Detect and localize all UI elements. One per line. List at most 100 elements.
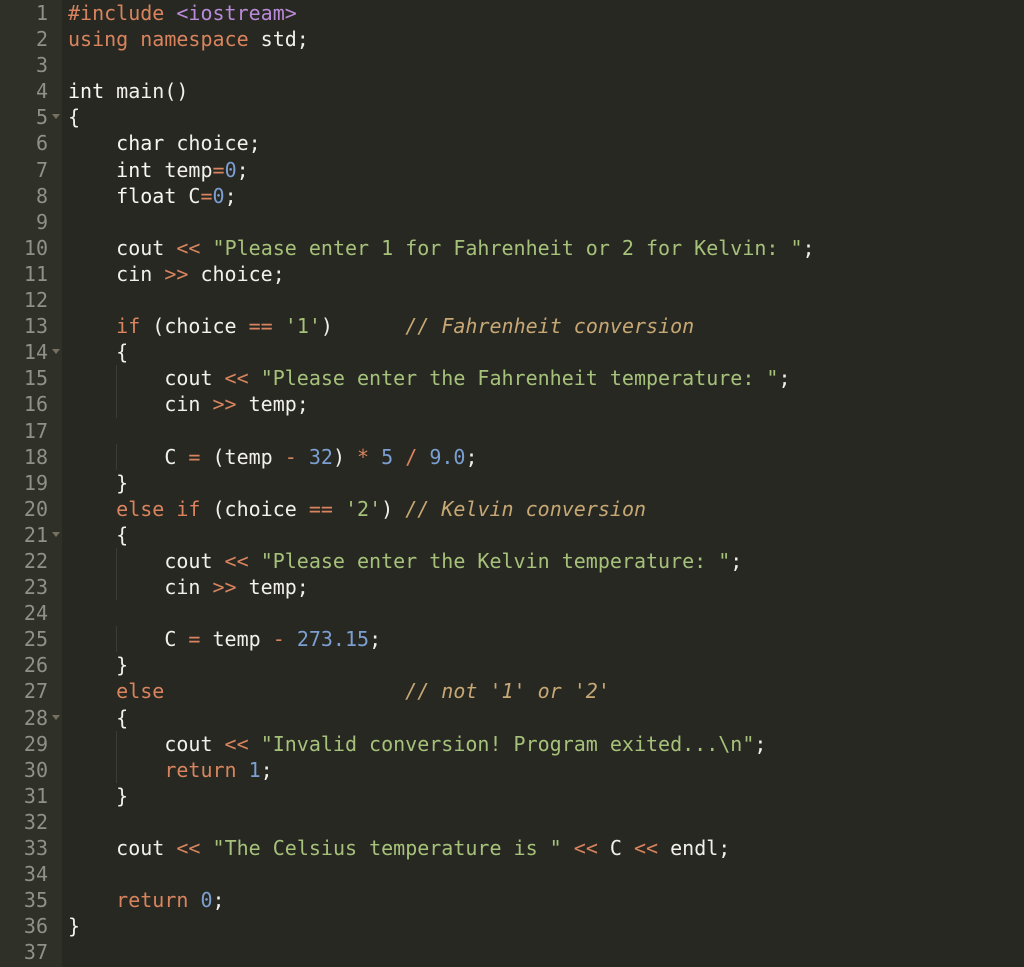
line-number: 30 [0,757,62,783]
code-token-type: char [116,131,177,156]
line-number: 15 [0,365,62,391]
code-token-text: (temp [200,444,285,469]
line-number-label: 25 [23,627,48,652]
code-line: cout << "Please enter 1 for Fahrenheit o… [68,235,1024,261]
code-area[interactable]: #include <iostream> using namespace std; i… [62,0,1024,967]
line-number-label: 24 [23,601,48,626]
code-token-text: ) [381,496,406,521]
line-number-label: 10 [23,235,48,260]
code-token-punct: } [68,914,81,939]
code-token-comment: // Fahrenheit conversion [405,314,695,339]
indent-guide [116,574,118,601]
code-line: cout << "The Celsius temperature is " <<… [68,835,1024,861]
line-number-label: 19 [23,470,48,495]
code-line: cout << "Invalid conversion! Program exi… [68,730,1024,757]
line-number-label: 5 [35,105,48,130]
code-token-op: = [200,183,213,208]
line-number: 32 [0,809,62,835]
indent-guide [116,730,118,757]
code-token-op: * [357,444,370,469]
line-number-label: 1 [35,1,48,25]
line-number: 37 [0,939,62,965]
code-token-text: (choice [200,496,309,521]
line-number: 2 [0,26,62,52]
code-token-text: temp; [236,575,309,600]
line-number-label: 21 [23,522,48,547]
code-line: { [68,339,1024,365]
code-token-text: ; [802,235,815,260]
line-number: 13 [0,313,62,339]
fold-arrow-icon[interactable] [52,349,60,355]
code-token-op: << [176,235,201,260]
code-line: } [68,783,1024,809]
code-token-op: == [248,314,273,339]
line-number: 1 [0,0,62,26]
code-line: cin >> temp; [68,574,1024,601]
code-token-number: 273.15 [296,627,370,652]
code-token-string: "The Celsius temperature is " [212,836,562,860]
code-token-text: temp; [236,392,309,417]
code-token-op: << [573,836,598,860]
code-token-op: - [272,627,285,652]
code-token-number: 0 [224,157,237,182]
indent-guide [116,365,118,392]
code-token-keyword: return [116,888,189,913]
code-line: else // not '1' or '2' [68,678,1024,704]
code-token-number: 9.0 [429,444,466,469]
line-number-label: 27 [23,679,48,704]
code-token-op: = [188,444,201,469]
line-number-label: 13 [23,314,48,339]
code-token-number: 1 [248,757,261,782]
code-line: { [68,705,1024,731]
line-number-label: 6 [35,131,48,156]
fold-arrow-icon[interactable] [52,531,60,537]
code-token-text: (choice [140,314,249,339]
fold-arrow-icon[interactable] [52,714,60,720]
code-token-text: cin [164,575,213,600]
code-token-text: cout [164,366,225,391]
indent-guide [116,443,118,470]
line-number-label: 23 [23,575,48,600]
code-token-type: int [116,157,165,182]
code-token-keyword: else [116,679,165,704]
fold-arrow-icon[interactable] [52,114,60,120]
code-line: char choice; [68,130,1024,156]
code-line: cin >> choice; [68,261,1024,287]
code-line: return 0; [68,887,1024,913]
code-line: return 1; [68,756,1024,783]
code-token-punct: { [68,105,81,130]
line-number-label: 28 [23,705,48,730]
code-token-text: ; [224,183,237,208]
code-token-op: << [176,836,201,860]
line-number-label: 26 [23,653,48,678]
line-number-label: 17 [23,418,48,443]
code-token-text: cin [116,261,165,286]
code-token-text: temp [164,157,213,182]
line-number: 24 [0,600,62,626]
line-number-label: 33 [23,836,48,860]
code-token-number: 5 [381,444,394,469]
line-number-label: 2 [35,27,48,52]
code-token-op: = [188,627,201,652]
code-token-keyword: using namespace [68,27,261,52]
code-token-op: == [308,496,333,521]
code-line: } [68,652,1024,678]
code-token-number: 0 [200,888,213,913]
line-number: 10 [0,235,62,261]
code-token-punct: } [116,783,129,808]
line-number-label: 7 [35,157,48,182]
code-editor[interactable]: 1 2 3 4 5 6 7 8 9 10 11 12 13 14 15 16 17 18 19 20 21 22 23 24 2… [0,0,1024,967]
code-token-type: float [116,183,189,208]
line-number-label: 14 [23,340,48,365]
code-token-text: cout [116,235,177,260]
code-token-number: 32 [308,444,333,469]
